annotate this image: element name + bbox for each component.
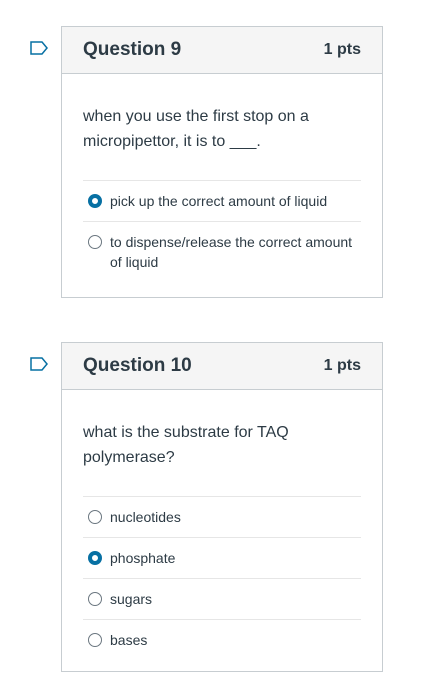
radio-unchecked-icon[interactable]: [88, 235, 102, 249]
answer-option[interactable]: pick up the correct amount of liquid: [83, 181, 361, 222]
radio-unchecked-icon[interactable]: [88, 592, 102, 606]
question-text: when you use the first stop on a micropi…: [83, 108, 309, 150]
answer-label: sugars: [110, 591, 153, 607]
question-header: Question 10 1 pts: [62, 343, 382, 390]
question-points: 1 pts: [323, 357, 361, 374]
answer-label: pick up the correct amount of liquid: [110, 193, 328, 209]
flag-question-icon[interactable]: [30, 41, 48, 55]
question-title: Question 10: [83, 355, 192, 376]
radio-unchecked-icon[interactable]: [88, 633, 102, 647]
question-body: what is the substrate for TAQ polymerase…: [62, 390, 382, 680]
answer-label: nucleotides: [110, 509, 181, 525]
question-header: Question 9 1 pts: [62, 27, 382, 74]
answer-option[interactable]: phosphate: [83, 538, 361, 579]
question-card: Question 9 1 pts when you use the first …: [61, 26, 383, 298]
question-title: Question 9: [83, 39, 182, 60]
question-card: Question 10 1 pts what is the substrate …: [61, 342, 383, 672]
radio-checked-icon[interactable]: [88, 551, 102, 565]
answer-list: nucleotides phosphate sugars bases: [83, 496, 361, 660]
answer-label: phosphate: [110, 550, 176, 566]
question-body: when you use the first stop on a micropi…: [62, 74, 382, 302]
answer-list: pick up the correct amount of liquid to …: [83, 180, 361, 282]
answer-option[interactable]: to dispense/release the correct amount o…: [83, 222, 361, 282]
flag-question-icon[interactable]: [30, 357, 48, 371]
answer-label: to dispense/release the correct amount o…: [110, 234, 353, 270]
question-points: 1 pts: [323, 41, 361, 58]
answer-label: bases: [110, 632, 148, 648]
answer-option[interactable]: nucleotides: [83, 497, 361, 538]
answer-option[interactable]: sugars: [83, 579, 361, 620]
radio-unchecked-icon[interactable]: [88, 510, 102, 524]
question-text: what is the substrate for TAQ polymerase…: [83, 424, 289, 466]
answer-option[interactable]: bases: [83, 620, 361, 660]
radio-checked-icon[interactable]: [88, 194, 102, 208]
